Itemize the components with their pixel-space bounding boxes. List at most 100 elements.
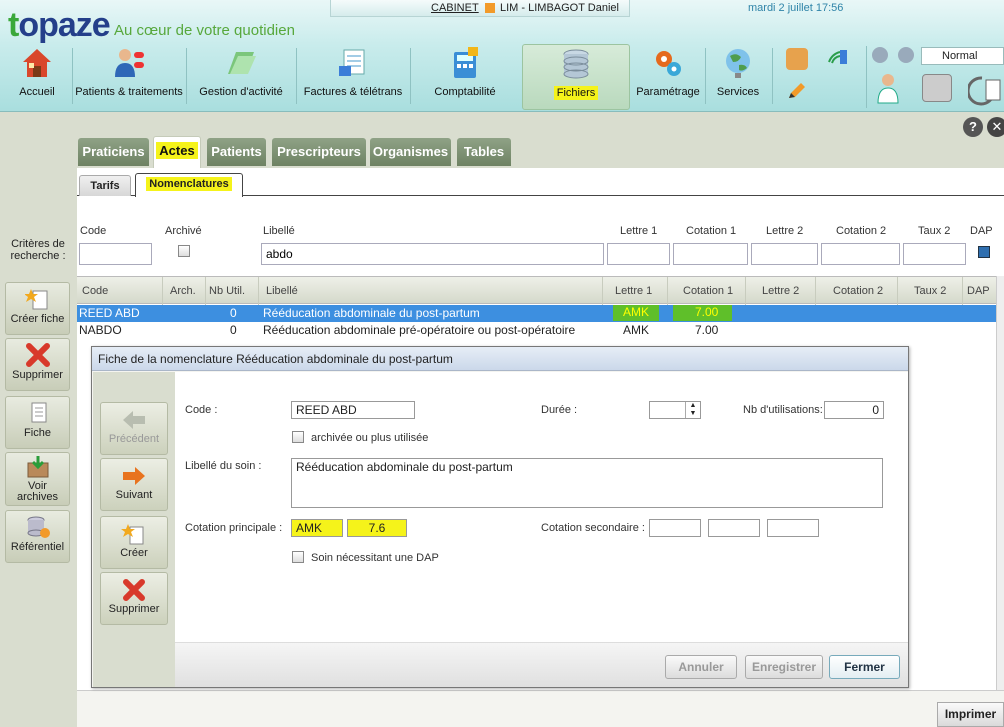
search-archive-checkbox[interactable] (178, 245, 190, 257)
wireless-icon[interactable] (826, 46, 848, 68)
libelle-textarea[interactable]: Rééducation abdominale du post-partum (291, 458, 883, 508)
tab-prescripteurs[interactable]: Prescripteurs (272, 138, 366, 166)
help-icon[interactable]: ? (963, 117, 983, 137)
col-header-libelle[interactable]: Libellé (266, 285, 298, 297)
nav-comptabilite[interactable]: Comptabilité (412, 44, 518, 110)
search-libelle-input[interactable] (261, 243, 604, 265)
nav-label: Factures & télétrans (303, 86, 403, 98)
previous-button[interactable]: Précédent (100, 402, 168, 455)
cot-secondaire-lettre[interactable] (649, 519, 701, 537)
col-header-cotation1[interactable]: Cotation 1 (683, 285, 733, 297)
col-header-code[interactable]: Code (82, 285, 108, 297)
database-gear-icon (25, 515, 51, 539)
tab-organismes[interactable]: Organismes (370, 138, 451, 166)
search-label-lettre1: Lettre 1 (620, 225, 658, 237)
tab-tables[interactable]: Tables (457, 138, 511, 166)
tab-patients[interactable]: Patients (207, 138, 266, 166)
globe-icon (721, 46, 755, 80)
delete-button[interactable]: Supprimer (100, 572, 168, 625)
search-label-cotation1: Cotation 1 (686, 225, 737, 237)
table-scrollbar[interactable] (996, 276, 1004, 696)
table-row[interactable]: REED ABD 0 Rééducation abdominale du pos… (77, 305, 997, 322)
card-reader-icon[interactable] (922, 74, 952, 102)
red-x-icon (121, 579, 147, 601)
save-button[interactable]: Enregistrer (745, 655, 823, 679)
dialog-title: Fiche de la nomenclature Rééducation abd… (92, 347, 908, 371)
button-label: Fiche (24, 427, 51, 439)
search-lettre2-input[interactable] (751, 243, 818, 265)
subtab-tarifs[interactable]: Tarifs (79, 175, 131, 196)
exit-icon[interactable] (966, 74, 1002, 106)
referentiel-button[interactable]: Référentiel (5, 510, 70, 563)
brand-name: topaze (8, 6, 111, 44)
code-input[interactable]: REED ABD (291, 401, 415, 419)
col-header-lettre2[interactable]: Lettre 2 (762, 285, 799, 297)
zoom-out-icon[interactable] (872, 47, 888, 63)
cot-principale-valeur[interactable]: 7.6 (347, 519, 407, 537)
archive-box-icon (25, 455, 51, 479)
agenda-icon[interactable] (786, 48, 808, 70)
close-button[interactable]: Fermer (829, 655, 900, 679)
duree-label: Durée : (541, 404, 578, 416)
close-icon[interactable]: ✕ (987, 117, 1004, 137)
invoice-icon (336, 46, 370, 80)
pencil-icon[interactable] (786, 80, 808, 102)
search-cotation1-input[interactable] (673, 243, 748, 265)
col-header-dap[interactable]: DAP (967, 285, 990, 297)
cot-principale-lettre[interactable]: AMK (291, 519, 343, 537)
nav-gestion[interactable]: Gestion d'activité (188, 44, 294, 110)
zoom-select[interactable]: Normal (921, 47, 1004, 65)
dap-checkbox[interactable] (292, 551, 304, 563)
create-record-button[interactable]: Créer fiche (5, 282, 70, 335)
nav-fichiers[interactable]: Fichiers (522, 44, 630, 110)
archived-checkbox[interactable] (292, 431, 304, 443)
code-label: Code : (185, 404, 218, 416)
col-header-cotation2[interactable]: Cotation 2 (833, 285, 883, 297)
next-button[interactable]: Suivant (100, 458, 168, 511)
col-header-arch[interactable]: Arch. (170, 285, 196, 297)
cot-secondaire-valeur[interactable] (708, 519, 760, 537)
button-label: Précédent (108, 433, 160, 445)
duree-stepper[interactable]: ▲ ▼ (649, 401, 701, 419)
user-color-square (485, 3, 495, 13)
tab-actes[interactable]: Actes (153, 136, 201, 168)
col-header-lettre1[interactable]: Lettre 1 (615, 285, 652, 297)
print-button[interactable]: Imprimer (937, 702, 1004, 727)
cabinet-link[interactable]: CABINET (431, 2, 479, 14)
cancel-button[interactable]: Annuler (665, 655, 737, 679)
cell-lettre1: AMK (613, 305, 660, 321)
create-button[interactable]: Créer (100, 516, 168, 569)
search-code-input[interactable] (79, 243, 152, 265)
stepper-arrows-icon[interactable]: ▲ ▼ (685, 402, 700, 418)
col-header-nbutil[interactable]: Nb Util. (209, 285, 245, 297)
search-taux2-input[interactable] (903, 243, 966, 265)
tab-praticiens[interactable]: Praticiens (78, 138, 149, 166)
search-label-lettre2: Lettre 2 (766, 225, 804, 237)
button-label: Supprimer (108, 603, 160, 615)
search-dap-checkbox[interactable] (978, 246, 990, 258)
doctor-icon[interactable] (876, 72, 900, 104)
cot-secondaire-taux[interactable] (767, 519, 819, 537)
cell-libelle: Rééducation abdominale du post-partum (263, 306, 480, 320)
subtab-nomenclatures[interactable]: Nomenclatures (135, 173, 243, 197)
nav-accueil[interactable]: Accueil (8, 44, 66, 110)
view-archives-button[interactable]: Voir archives (5, 452, 70, 506)
table-row[interactable]: NABDO 0 Rééducation abdominale pré-opéra… (77, 322, 997, 339)
delete-button[interactable]: Supprimer (5, 338, 70, 391)
nav-patients[interactable]: Patients & traitements (74, 44, 184, 110)
cot-principale-label: Cotation principale : (185, 522, 283, 534)
nav-services[interactable]: Services (708, 44, 768, 110)
search-lettre1-input[interactable] (607, 243, 670, 265)
nb-util-input[interactable]: 0 (824, 401, 884, 419)
search-label-archive: Archivé (165, 225, 202, 237)
table-header: Code Arch. Nb Util. Libellé Lettre 1 Cot… (77, 276, 997, 305)
topaze-logo: topaze Au cœur de votre quotidien (8, 4, 308, 46)
search-cotation2-input[interactable] (821, 243, 900, 265)
nav-factures[interactable]: Factures & télétrans (298, 44, 408, 110)
search-label-dap: DAP (970, 225, 993, 237)
record-button[interactable]: Fiche (5, 396, 70, 449)
nav-parametrage[interactable]: Paramétrage (634, 44, 702, 110)
zoom-in-icon[interactable] (898, 47, 914, 63)
nav-label: Gestion d'activité (199, 86, 283, 98)
col-header-taux2[interactable]: Taux 2 (914, 285, 946, 297)
